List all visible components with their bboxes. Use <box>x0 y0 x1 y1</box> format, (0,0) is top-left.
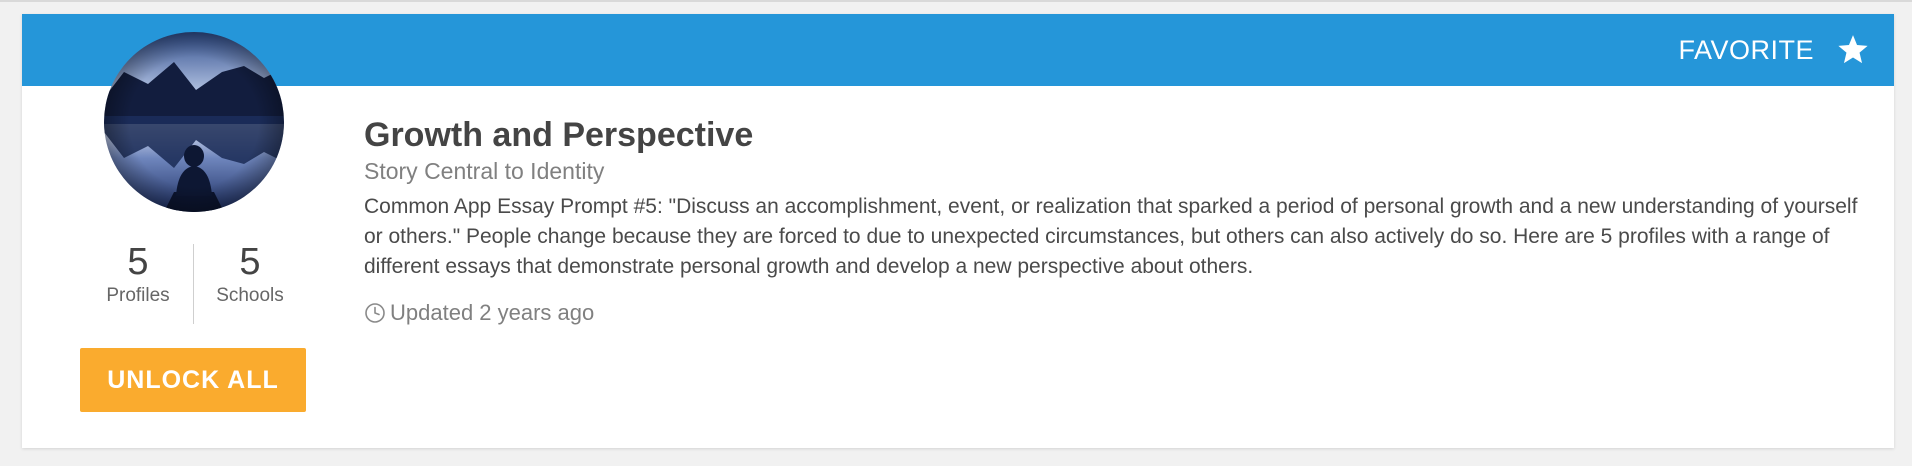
stat-schools-label: Schools <box>216 285 284 306</box>
favorite-button[interactable]: FAVORITE <box>1678 14 1870 86</box>
collection-subtitle: Story Central to Identity <box>364 158 605 184</box>
collection-card: FAVORITE 5 Profiles 5 Schools UNLOCK ALL… <box>22 14 1894 448</box>
collection-title[interactable]: Growth and Perspective <box>364 114 1864 156</box>
stat-profiles-label: Profiles <box>106 285 170 306</box>
collection-stats: 5 Profiles 5 Schools <box>82 240 306 324</box>
collection-description: Common App Essay Prompt #5: "Discuss an … <box>364 195 1858 278</box>
star-icon <box>1836 34 1870 66</box>
stat-profiles: 5 Profiles <box>82 240 194 308</box>
card-header-banner: FAVORITE <box>22 14 1894 86</box>
window-top-border <box>0 0 1912 2</box>
stat-profiles-value: 5 <box>127 241 149 283</box>
clock-icon <box>364 302 386 324</box>
unlock-all-button[interactable]: UNLOCK ALL <box>80 348 306 412</box>
stat-schools-value: 5 <box>239 241 261 283</box>
collection-details: Growth and Perspective Story Central to … <box>364 114 1864 326</box>
updated-info: Updated 2 years ago <box>364 300 1864 326</box>
collection-avatar <box>104 32 284 212</box>
favorite-label: FAVORITE <box>1678 34 1814 65</box>
updated-text: Updated 2 years ago <box>390 300 595 325</box>
stat-schools: 5 Schools <box>194 240 306 308</box>
